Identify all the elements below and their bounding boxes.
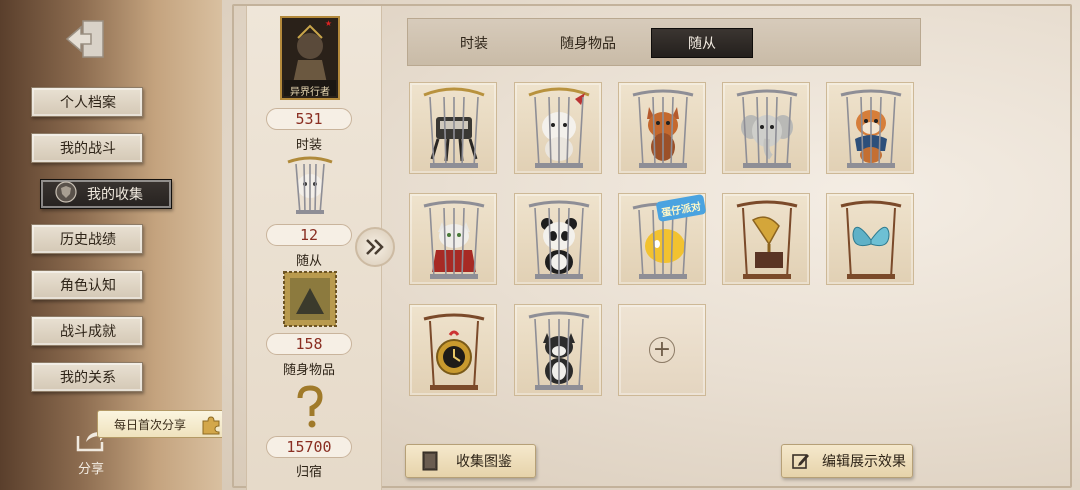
menu-item-label: 战斗成就	[60, 324, 116, 340]
caged-white-cat-icon	[423, 200, 485, 279]
daily-share-tip[interactable]: 每日首次分享	[97, 410, 229, 438]
caged-fox-icon	[632, 89, 694, 168]
home-count: 15700	[266, 436, 352, 458]
caged-panda-icon	[528, 200, 590, 279]
home-thumbnail[interactable]	[290, 384, 330, 430]
follower-cell-gold-clock[interactable]	[409, 304, 497, 396]
caged-mechanical-spider-icon	[423, 87, 485, 168]
follower-cell-mechanical-spider[interactable]	[409, 82, 497, 174]
menu-item-label: 历史战绩	[60, 232, 116, 248]
menu-item-profile[interactable]: 个人档案	[31, 87, 143, 117]
costume-portrait[interactable]: ★ 异界行者	[280, 16, 340, 100]
follower-cell-panda[interactable]	[514, 193, 602, 285]
collection-gallery-button[interactable]: 收集图鉴	[405, 444, 536, 478]
follower-cell-yellow-egg[interactable]: 蛋仔派对	[618, 193, 706, 285]
menu-item-label: 角色认知	[60, 278, 116, 294]
double-chevron-right-icon	[366, 239, 384, 255]
accessory-label: 随身物品	[282, 363, 335, 378]
tab-follower[interactable]: 随从	[651, 28, 753, 58]
menu-item-relations[interactable]: 我的关系	[31, 362, 143, 392]
menu-item-label: 我的关系	[60, 370, 116, 386]
svg-text:★: ★	[325, 19, 332, 28]
caged-gold-clock-icon	[423, 313, 485, 390]
menu-item-collection[interactable]: 我的收集	[40, 179, 172, 209]
add-follower-slot[interactable]: +	[618, 304, 706, 396]
tab-accessory[interactable]: 随身物品	[545, 28, 631, 58]
follower-cell-shiba-dog[interactable]	[826, 82, 914, 174]
accessory-thumbnail[interactable]	[280, 270, 340, 330]
follower-cell-white-dog[interactable]	[514, 82, 602, 174]
menu-item-label: 我的收集	[87, 187, 143, 203]
caged-elephant-icon	[736, 89, 798, 168]
follower-cell-blue-butterfly[interactable]	[826, 193, 914, 285]
caged-gramophone-icon	[736, 200, 798, 279]
menu-item-battles[interactable]: 我的战斗	[31, 133, 143, 163]
expand-button[interactable]	[355, 227, 395, 267]
caged-shiba-dog-icon	[840, 89, 902, 168]
follower-cell-elephant[interactable]	[722, 82, 810, 174]
caged-tuxedo-cat-icon	[528, 311, 590, 390]
edit-display-button[interactable]: 编辑展示效果	[781, 444, 913, 478]
follower-label: 随从	[295, 254, 322, 269]
costume-badge-text: 异界行者	[290, 87, 330, 98]
tab-label: 随身物品	[560, 36, 616, 52]
edit-button-label: 编辑展示效果	[822, 454, 906, 470]
exit-door-icon	[65, 20, 104, 58]
share-tip-text: 每日首次分享	[114, 417, 187, 432]
menu-item-label: 我的战斗	[60, 141, 116, 157]
plus-icon: +	[649, 337, 675, 363]
gallery-button-label: 收集图鉴	[456, 454, 512, 470]
puzzle-icon	[200, 414, 222, 439]
edit-pencil-icon	[792, 454, 809, 469]
menu-item-achievements[interactable]: 战斗成就	[31, 316, 143, 346]
tab-label: 随从	[688, 36, 716, 52]
follower-cell-gramophone[interactable]	[722, 193, 810, 285]
share-label: 分享	[77, 462, 104, 477]
exit-button[interactable]	[62, 16, 110, 62]
caged-white-dog-icon	[528, 87, 590, 168]
menu-item-character-cognition[interactable]: 角色认知	[31, 270, 143, 300]
follower-count: 12	[266, 224, 352, 246]
costume-label: 时装	[295, 138, 322, 153]
costume-count: 531	[266, 108, 352, 130]
menu-item-label: 个人档案	[60, 95, 116, 111]
accessory-stamp-icon	[283, 271, 337, 327]
tab-costume[interactable]: 时装	[431, 28, 517, 58]
question-key-icon	[297, 385, 323, 428]
follower-cell-fox[interactable]	[618, 82, 706, 174]
tab-label: 时装	[460, 36, 488, 52]
shield-badge-icon	[55, 181, 77, 207]
book-icon	[422, 451, 438, 471]
caged-cat-icon	[287, 156, 333, 215]
accessory-count: 158	[266, 333, 352, 355]
caged-blue-butterfly-icon	[840, 200, 902, 279]
home-label: 归宿	[295, 465, 322, 480]
menu-item-history[interactable]: 历史战绩	[31, 224, 143, 254]
follower-cell-white-cat-red-cloak[interactable]	[409, 193, 497, 285]
follower-cell-tuxedo-cat[interactable]	[514, 304, 602, 396]
